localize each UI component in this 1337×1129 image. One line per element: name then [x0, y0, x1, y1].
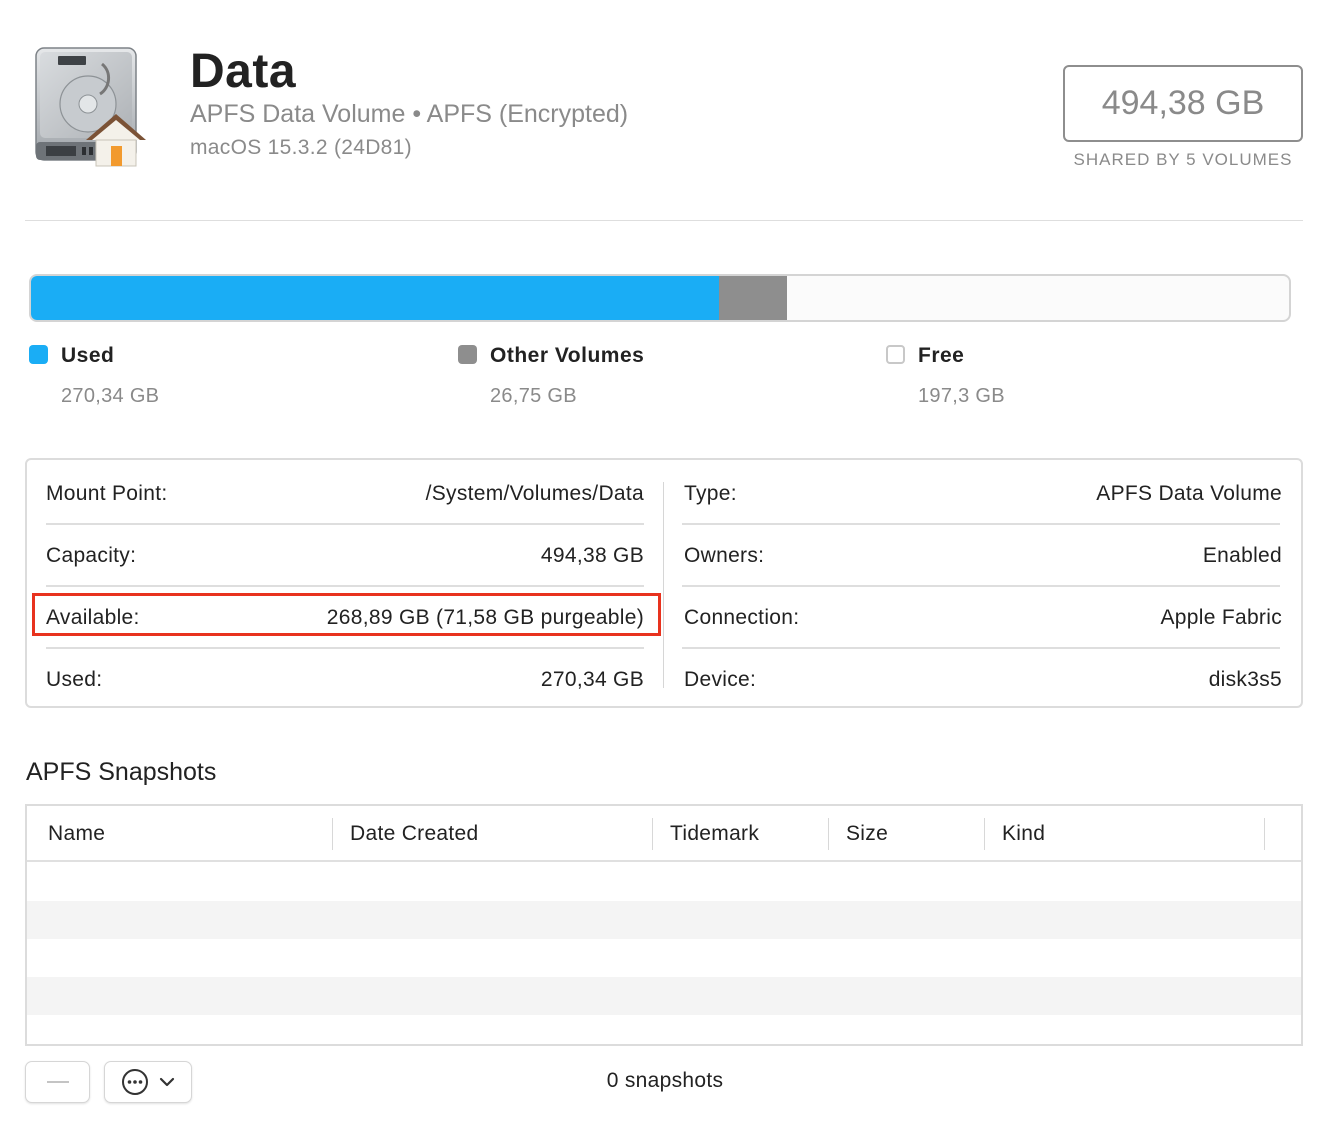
column-header-kind[interactable]: Kind: [1002, 806, 1262, 862]
minus-icon: [46, 1081, 69, 1083]
info-row-mount-point: Mount Point: /System/Volumes/Data: [46, 463, 644, 525]
legend-value-used: 270,34 GB: [61, 385, 160, 407]
header-divider: [25, 220, 1303, 221]
info-row-capacity: Capacity: 494,38 GB: [46, 525, 644, 587]
snapshots-section-title: APFS Snapshots: [26, 758, 217, 786]
legend-swatch-free: [886, 345, 905, 364]
info-value: 270,34 GB: [540, 668, 644, 691]
chevron-down-icon: [159, 1077, 175, 1087]
capacity-value: 494,38 GB: [1101, 84, 1265, 122]
info-label: Capacity:: [46, 544, 137, 567]
capacity-badge: 494,38 GB: [1063, 65, 1303, 142]
column-separator: [828, 818, 829, 850]
info-column-separator: [663, 482, 664, 688]
legend-value-other: 26,75 GB: [490, 385, 577, 407]
legend-label-used: Used: [61, 344, 115, 367]
ellipsis-circle-icon: [122, 1069, 148, 1095]
info-row-type: Type: APFS Data Volume: [684, 463, 1282, 525]
info-row-used: Used: 270,34 GB: [46, 649, 644, 711]
hard-drive-home-icon: [35, 47, 146, 167]
snapshots-table[interactable]: Name Date Created Tidemark Size Kind: [25, 804, 1303, 1046]
column-header-date-created[interactable]: Date Created: [350, 806, 650, 862]
usage-segment-other-volumes: [718, 276, 787, 320]
volume-os-version: macOS 15.3.2 (24D81): [190, 136, 412, 159]
volume-info-panel: Mount Point: /System/Volumes/Data Capaci…: [25, 458, 1303, 708]
legend-swatch-other: [458, 345, 477, 364]
legend-swatch-used: [29, 345, 48, 364]
info-value: APFS Data Volume: [1096, 482, 1282, 505]
available-highlight-box: [32, 593, 661, 636]
legend-label-other: Other Volumes: [490, 344, 645, 367]
volume-name: Data: [190, 45, 297, 98]
column-header-size[interactable]: Size: [846, 806, 981, 862]
info-label: Mount Point:: [46, 482, 168, 505]
info-value: Enabled: [1202, 544, 1282, 567]
info-label: Used:: [46, 668, 103, 691]
legend-label-free: Free: [918, 344, 965, 367]
column-separator: [332, 818, 333, 850]
snapshot-actions-menu-button[interactable]: [104, 1061, 192, 1103]
info-row-owners: Owners: Enabled: [684, 525, 1282, 587]
usage-segment-free: [787, 276, 1289, 320]
info-value: /System/Volumes/Data: [425, 482, 644, 505]
info-label: Device:: [684, 668, 757, 691]
legend-value-free: 197,3 GB: [918, 385, 1005, 407]
empty-table-row: [27, 901, 1301, 939]
column-separator: [652, 818, 653, 850]
info-label: Owners:: [684, 544, 765, 567]
snapshots-table-header: Name Date Created Tidemark Size Kind: [27, 806, 1301, 862]
info-value: disk3s5: [1208, 668, 1282, 691]
volume-subtitle: APFS Data Volume • APFS (Encrypted): [190, 100, 629, 128]
shared-volumes-label: SHARED BY 5 VOLUMES: [1073, 150, 1293, 169]
column-header-tidemark[interactable]: Tidemark: [670, 806, 825, 862]
snapshot-count: 0 snapshots: [606, 1069, 724, 1092]
usage-segment-used: [31, 276, 719, 320]
remove-snapshot-button[interactable]: [25, 1061, 90, 1103]
storage-usage-bar: [29, 274, 1291, 322]
empty-table-row: [27, 977, 1301, 1015]
info-value: Apple Fabric: [1160, 606, 1282, 629]
column-separator: [984, 818, 985, 850]
column-header-name[interactable]: Name: [48, 806, 328, 862]
info-label: Type:: [684, 482, 737, 505]
column-separator: [1264, 818, 1265, 850]
info-label: Connection:: [684, 606, 800, 629]
info-row-connection: Connection: Apple Fabric: [684, 587, 1282, 649]
info-value: 494,38 GB: [540, 544, 644, 567]
info-row-device: Device: disk3s5: [684, 649, 1282, 711]
volume-header: Data APFS Data Volume • APFS (Encrypted)…: [0, 0, 1337, 222]
